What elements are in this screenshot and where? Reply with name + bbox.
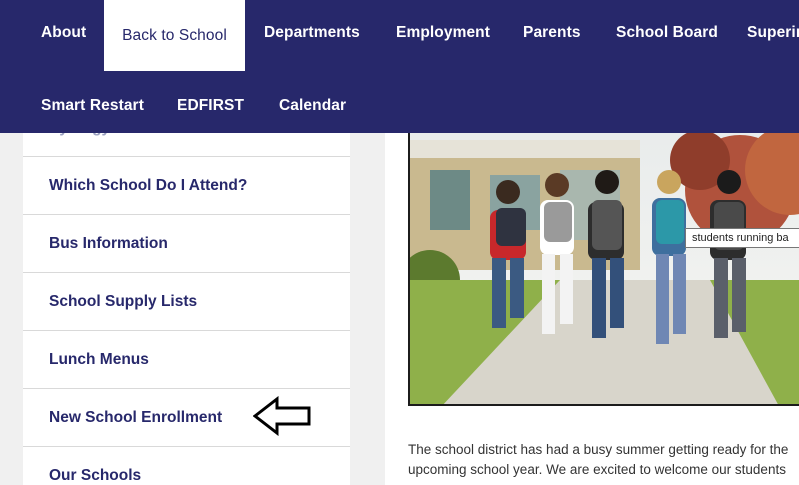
nav-employment[interactable]: Employment [396, 24, 490, 42]
nav-departments[interactable]: Departments [264, 24, 360, 42]
intro-line-1: The school district has had a busy summe… [408, 442, 789, 457]
sidebar-item-label: New School Enrollment [49, 409, 223, 426]
pointer-arrow-icon [253, 396, 311, 436]
intro-line-2: upcoming school year. We are excited to … [408, 462, 786, 477]
main-navigation: About Back to School Departments Employm… [0, 0, 799, 133]
sidebar-item-which-school[interactable]: Which School Do I Attend? [23, 158, 350, 215]
nav-school-board[interactable]: School Board [616, 24, 718, 42]
nav-parents[interactable]: Parents [523, 24, 581, 42]
intro-paragraph: The school district has had a busy summe… [408, 440, 799, 480]
sidebar-item-label: School Supply Lists [49, 293, 198, 310]
sidebar-item-label: Which School Do I Attend? [49, 177, 248, 194]
students-running-image [410, 130, 799, 404]
nav-smart-restart[interactable]: Smart Restart [41, 97, 144, 115]
image-tooltip: students running ba [685, 228, 799, 248]
nav-edfirst[interactable]: EDFIRST [177, 97, 244, 115]
sidebar-item-label: Our Schools [49, 467, 142, 484]
nav-about[interactable]: About [41, 24, 86, 42]
students-photo [408, 128, 799, 406]
nav-back-to-school[interactable]: Back to School [104, 0, 245, 71]
sidebar-item-lunch-menus[interactable]: Lunch Menus [23, 332, 350, 389]
sidebar-item-label: Lunch Menus [49, 351, 149, 368]
nav-calendar[interactable]: Calendar [279, 97, 346, 115]
sidebar-item-our-schools[interactable]: Our Schools [23, 448, 350, 485]
sidebar-item-supply-lists[interactable]: School Supply Lists [23, 274, 350, 331]
sidebar-item-label: Bus Information [49, 235, 168, 252]
sidebar-item-bus-information[interactable]: Bus Information [23, 216, 350, 273]
nav-superintendent[interactable]: Superin [747, 24, 799, 42]
